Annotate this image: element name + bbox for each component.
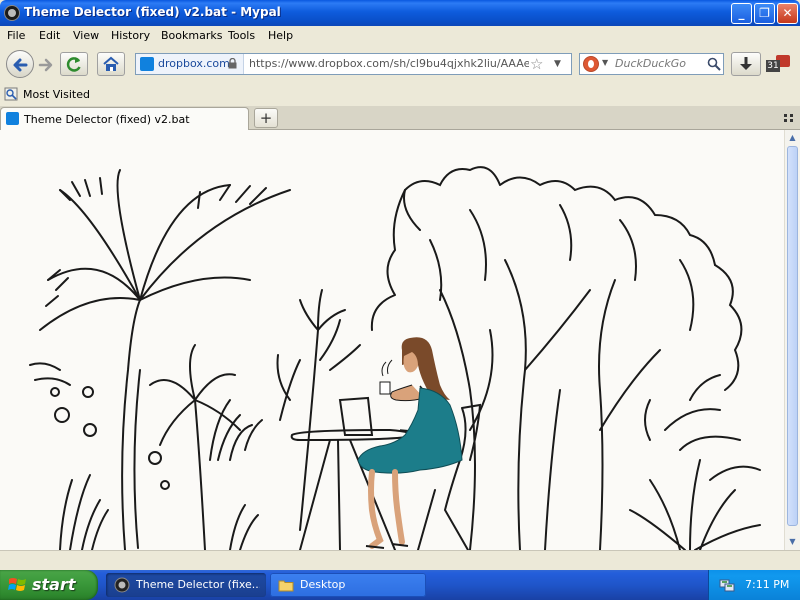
menu-help[interactable]: Help — [268, 29, 293, 42]
forward-button[interactable] — [36, 55, 56, 75]
menu-bookmarks[interactable]: Bookmarks — [161, 29, 222, 42]
url-dropdown-icon[interactable]: ▼ — [554, 59, 561, 69]
dropbox-favicon-icon — [140, 57, 154, 71]
start-label: start — [32, 575, 76, 594]
back-arrow-icon — [13, 58, 28, 72]
home-icon — [103, 56, 119, 71]
taskbar-item-label: Theme Delector (fixe... — [136, 578, 260, 591]
scroll-thumb[interactable] — [787, 146, 798, 526]
bookmark-most-visited[interactable]: Most Visited — [23, 88, 90, 101]
search-engine-dropdown-icon[interactable]: ▼ — [602, 58, 608, 67]
url-text[interactable]: https://www.dropbox.com/sh/cl9bu4qjxhk2l… — [249, 57, 529, 70]
close-button[interactable]: ✕ — [777, 3, 798, 24]
folder-icon — [278, 580, 294, 592]
taskbar-item-mypal[interactable]: Theme Delector (fixe... — [106, 573, 266, 597]
reload-icon — [66, 57, 81, 72]
dropbox-favicon-icon — [6, 112, 19, 125]
tab-label: Theme Delector (fixed) v2.bat — [24, 113, 190, 126]
navigation-toolbar: dropbox.com https://www.dropbox.com/sh/c… — [0, 46, 800, 84]
vertical-scrollbar[interactable]: ▲ ▼ — [784, 130, 800, 550]
search-input[interactable]: DuckDuckGo — [615, 57, 686, 70]
minimize-button[interactable]: _ — [731, 3, 752, 24]
taskbar-clock[interactable]: 7:11 PM — [745, 578, 789, 591]
bookmarks-toolbar: Most Visited — [0, 84, 800, 106]
reload-button[interactable] — [60, 52, 88, 76]
search-icon[interactable] — [706, 56, 722, 72]
tab-theme-delector[interactable]: Theme Delector (fixed) v2.bat — [0, 107, 249, 130]
site-identity-domain: dropbox.com — [158, 57, 230, 70]
maximize-button[interactable]: ❐ — [754, 3, 775, 24]
taskbar: start Theme Delector (fixe... Desktop 7:… — [0, 570, 800, 600]
back-button[interactable] — [6, 50, 34, 78]
list-all-tabs-icon[interactable] — [783, 113, 795, 123]
site-identity-button[interactable]: dropbox.com — [136, 54, 244, 74]
taskbar-item-label: Desktop — [300, 578, 346, 591]
address-bar[interactable]: dropbox.com https://www.dropbox.com/sh/c… — [135, 53, 572, 75]
calendar-badge: 31 — [766, 60, 780, 72]
mypal-app-icon[interactable] — [4, 5, 20, 21]
download-arrow-icon — [740, 57, 752, 70]
menu-edit[interactable]: Edit — [39, 29, 60, 42]
forward-arrow-icon — [38, 58, 53, 72]
search-bar[interactable]: ▼ DuckDuckGo — [579, 53, 724, 75]
most-visited-icon — [4, 87, 18, 101]
garden-illustration — [29, 166, 761, 550]
mypal-icon — [114, 577, 130, 593]
lock-icon — [228, 58, 237, 69]
network-tray-icon[interactable] — [719, 577, 735, 593]
taskbar-item-desktop[interactable]: Desktop — [270, 573, 426, 597]
window-title: Theme Delector (fixed) v2.bat - Mypal — [24, 5, 281, 19]
bookmark-star-icon[interactable]: ☆ — [530, 55, 543, 73]
tab-strip: Theme Delector (fixed) v2.bat + — [0, 106, 800, 130]
menu-history[interactable]: History — [111, 29, 150, 42]
scroll-down-arrow-icon[interactable]: ▼ — [785, 534, 800, 550]
page-content[interactable] — [0, 130, 784, 550]
title-bar[interactable]: Theme Delector (fixed) v2.bat - Mypal _ … — [0, 0, 800, 26]
start-button[interactable]: start — [0, 570, 98, 600]
menu-file[interactable]: File — [7, 29, 25, 42]
system-tray: 7:11 PM — [708, 570, 800, 600]
status-bar — [0, 550, 800, 570]
windows-flag-icon — [8, 578, 26, 591]
duckduckgo-icon[interactable] — [583, 56, 599, 72]
scroll-up-arrow-icon[interactable]: ▲ — [785, 130, 800, 146]
menu-bar: File Edit View History Bookmarks Tools H… — [0, 26, 800, 46]
menu-view[interactable]: View — [73, 29, 99, 42]
downloads-button[interactable] — [731, 52, 761, 76]
menu-tools[interactable]: Tools — [228, 29, 255, 42]
new-tab-button[interactable]: + — [254, 108, 278, 128]
home-button[interactable] — [97, 52, 125, 76]
